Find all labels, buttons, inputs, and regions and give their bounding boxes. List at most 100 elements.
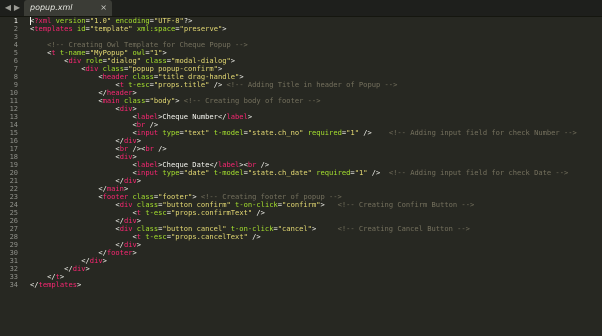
code-token: "template" [89,24,133,33]
code-token: br [145,144,154,153]
line-number: 14 [9,121,18,129]
code-token: > [230,56,236,65]
code-token: <!-- Creating Confirm Button --> [337,200,475,209]
line-number: 32 [9,265,18,273]
code-token: <!-- Creating body of footer --> [183,96,321,105]
line-number: 34 [9,281,18,289]
line-number: 33 [9,273,18,281]
line-number: 9 [13,81,18,89]
code-token: div [72,264,86,273]
code-token: type [162,168,180,177]
code-token: <!-- Adding input field for check Date -… [388,168,569,177]
code-token: <!-- Adding input field for check Number… [388,128,577,137]
line-number: 8 [13,73,18,81]
line-number: 6 [13,57,18,65]
code-token: div [89,256,103,265]
code-token: type [162,128,180,137]
line-number: 30 [9,249,18,257]
code-token: /> [358,128,389,137]
code-token: required [316,168,351,177]
code-token: "state.ch_date" [247,168,312,177]
line-number: 15 [9,129,18,137]
line-number: 26 [9,217,18,225]
code-token: footer [106,248,133,257]
tab-close-icon[interactable]: × [100,3,107,13]
code-token: /> [252,208,265,217]
code-line: <templates id="template" xml:space="pres… [30,25,227,33]
line-number: 2 [13,25,18,33]
code-line: </templates> [30,281,81,289]
code-token: "props.confirmText" [170,208,253,217]
line-number: 24 [9,201,18,209]
code-token: "text" [183,128,210,137]
code-token: id [77,24,86,33]
line-number: 17 [9,145,18,153]
code-token: > [320,200,338,209]
line-number: 29 [9,241,18,249]
code-token: <!-- Adding Title in header of Popup --> [226,80,398,89]
line-number: 12 [9,105,18,113]
line-number: 25 [9,209,18,217]
code-token: </ [30,280,39,289]
line-number: 3 [13,33,18,41]
line-number: 21 [9,177,18,185]
line-number: 22 [9,185,18,193]
code-token: "date" [183,168,210,177]
code-token: > [222,24,227,33]
line-number: 7 [13,65,18,73]
code-token: > [102,256,107,265]
line-number: 28 [9,233,18,241]
code-token: label [226,112,248,121]
line-number-gutter: 1 2 3 4 5 6 7 8 9 10 11 12 13 14 15 16 17 18 19 20 21 22 23 24 2… [0,17,24,336]
line-number: 19 [9,161,18,169]
tab-bar: ◀ ▶ popup.xml × [0,0,602,17]
line-number: 5 [13,49,18,57]
line-number: 23 [9,193,18,201]
code-token: templates [34,24,73,33]
line-number: 27 [9,225,18,233]
code-token: > [132,248,137,257]
code-token: t-model [213,168,244,177]
line-number: 20 [9,169,18,177]
code-token: "state.ch_no" [247,128,304,137]
code-token: templates [38,280,77,289]
line-number: 4 [13,41,18,49]
line-number: 11 [9,97,18,105]
line-number: 1 [13,17,18,25]
line-number: 13 [9,113,18,121]
line-number: 31 [9,257,18,265]
code-token: "body" [149,96,176,105]
code-token: required [307,128,342,137]
code-token: t-model [213,128,244,137]
code-token: /> [153,144,167,153]
tab-next-arrow-icon[interactable]: ▶ [12,3,22,13]
code-token: "props.cancelText" [170,232,248,241]
line-number: 18 [9,153,18,161]
code-editor[interactable]: <?xml version="1.0" encoding="UTF-8"?> <t… [30,17,602,336]
code-token: xml:space [136,24,176,33]
code-token: > [247,112,253,121]
code-token: > [136,176,142,185]
code-token: t-esc [145,208,167,217]
code-token: <!-- Creating Cancel Button --> [337,224,470,233]
code-token: "preserve" [179,24,223,33]
code-token: /> [367,168,389,177]
code-token: > [136,240,142,249]
code-token: > [311,224,338,233]
code-token: > [76,280,82,289]
code-token: "confirm" [282,200,321,209]
code-token: "1" [346,128,359,137]
code-token: > [85,264,90,273]
code-token: /> [209,80,227,89]
line-number: 10 [9,89,18,97]
text-cursor [30,17,31,25]
code-token: >Cheque Number</ [158,112,227,121]
code-token: t-esc [145,232,167,241]
tab-popup-xml[interactable]: popup.xml × [24,0,112,16]
line-number: 16 [9,137,18,145]
code-token: "1" [354,168,368,177]
code-token: > [175,96,184,105]
tab-title: popup.xml [30,3,73,12]
code-token: "props.title" [153,80,210,89]
code-token: /> [247,232,261,241]
